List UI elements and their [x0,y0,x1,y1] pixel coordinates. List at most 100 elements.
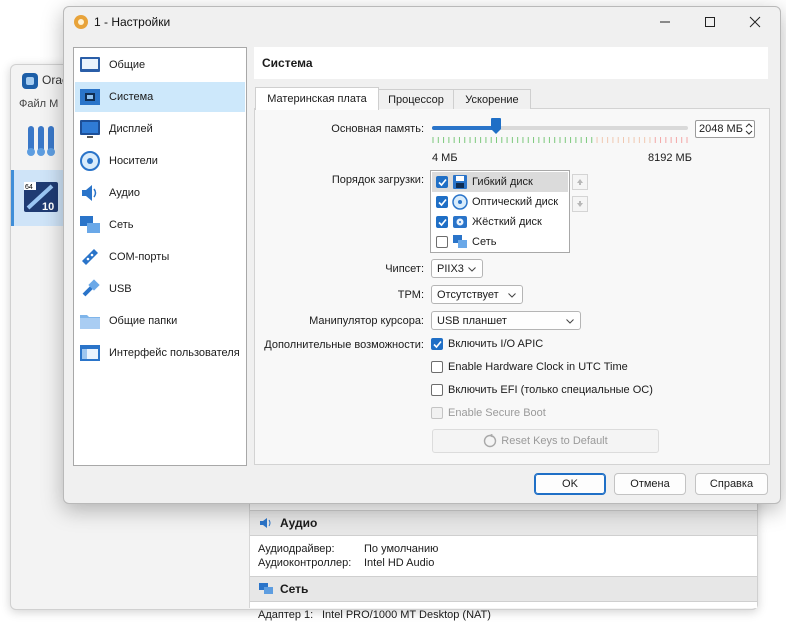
chipset-label: Чипсет: [385,263,424,275]
boot-item-label: Гибкий диск [472,176,533,188]
boot-item-label: Оптический диск [472,196,559,208]
maximize-icon [705,17,715,27]
general-icon [80,57,100,72]
nav-item-label: Дисплей [109,123,153,135]
efi-checkbox[interactable]: Включить EFI (только специальные ОС) [431,384,653,396]
floppy-icon [453,175,467,189]
nav-item-usb[interactable]: USB [75,274,245,304]
network-section-title: Сеть [280,582,309,596]
settings-gear-icon [74,15,88,29]
audio-icon [260,518,271,528]
display-icon [80,120,100,138]
boot-item-network[interactable]: Сеть [432,232,568,252]
motherboard-icon [80,89,100,105]
storage-icon [80,151,100,171]
network-icon [80,216,100,233]
nav-item-label: Аудио [109,187,141,199]
detail-row: Аудиодрайвер: По умолчанию [258,543,439,555]
nav-item-user-interface[interactable]: Интерфейс пользователя [75,338,245,368]
nav-item-label: Сеть [109,219,134,231]
tab-acceleration[interactable]: Ускорение [453,89,531,109]
nav-item-label: COM-порты [109,251,170,263]
cancel-button[interactable]: Отмена [614,473,686,495]
boot-checkbox-network[interactable] [436,236,448,248]
optical-disc-icon [452,194,468,210]
boot-checkbox-optical[interactable] [436,196,448,208]
pointer-select[interactable]: USB планшет [431,311,581,330]
memory-spinbox[interactable]: 2048 МБ [695,120,755,138]
checkbox-box[interactable] [431,361,443,373]
checkbox-box[interactable] [431,384,443,396]
vm-list-item[interactable]: 64 10 [11,170,66,226]
reset-keys-label: Reset Keys to Default [501,435,608,447]
nav-item-display[interactable]: Дисплей [75,114,245,144]
checkbox-label: Включить I/O APIC [448,338,544,350]
nav-item-label: USB [109,283,132,295]
memory-max-label: 8192 МБ [648,152,692,164]
reset-keys-button: Reset Keys to Default [432,429,659,453]
network-icon [453,235,467,248]
checkbox-label: Enable Hardware Clock in UTC Time [448,361,628,373]
manager-menubar[interactable]: Файл М [19,98,58,110]
tpm-label: TPM: [397,289,424,301]
nav-item-label: Система [109,91,154,103]
reset-icon [484,434,497,448]
checkbox-box[interactable] [431,338,443,350]
nav-item-label: Общие [109,59,146,71]
boot-item-label: Сеть [472,236,497,248]
nav-item-label: Интерфейс пользователя [109,347,240,359]
minimize-icon [660,21,670,23]
nav-item-serial-ports[interactable]: COM-порты [75,242,245,272]
boot-order-list: Гибкий диск Оптический диск Жёсткий диск… [430,170,570,253]
secure-boot-checkbox: Enable Secure Boot [431,407,546,419]
svg-text:10: 10 [42,201,54,213]
memory-min-label: 4 МБ [432,152,458,164]
nav-item-label: Общие папки [109,315,178,327]
tpm-value: Отсутствует [437,288,499,301]
hard-disk-icon [453,216,467,228]
nav-item-storage[interactable]: Носители [75,146,245,176]
network-section-header[interactable]: Сеть [250,576,757,602]
nav-item-general[interactable]: Общие [75,50,245,80]
nav-item-audio[interactable]: Аудио [75,178,245,208]
memory-label: Основная память: [331,123,424,135]
chipset-select[interactable]: PIIX3 [431,259,483,278]
pointer-value: USB планшет [437,314,507,327]
audio-icon [82,185,97,201]
nav-item-label: Носители [109,155,158,167]
audio-section-header[interactable]: Аудио [250,510,757,536]
help-button[interactable]: Справка [695,473,768,495]
shared-folder-icon [80,315,100,329]
memory-slider-thumb[interactable] [491,118,501,134]
spin-arrows-icon[interactable] [744,121,754,137]
boot-item-hard-disk[interactable]: Жёсткий диск [432,212,568,232]
close-button[interactable] [740,10,770,34]
extended-features-label: Дополнительные возможности: [264,339,424,351]
settings-nav: Общие Система Дисплей Носители Аудио Сет… [73,47,247,466]
boot-item-floppy[interactable]: Гибкий диск [432,172,568,192]
tab-processor[interactable]: Процессор [378,89,454,109]
nav-item-shared-folders[interactable]: Общие папки [75,306,245,336]
boot-item-optical[interactable]: Оптический диск [432,192,568,212]
boot-move-up-button[interactable] [572,174,588,190]
chevron-down-icon [508,292,516,298]
arrow-up-icon [577,179,583,185]
utc-clock-checkbox[interactable]: Enable Hardware Clock in UTC Time [431,361,628,373]
checkbox-box [431,407,443,419]
boot-move-down-button[interactable] [572,196,588,212]
boot-checkbox-hard-disk[interactable] [436,216,448,228]
pointer-label: Манипулятор курсора: [309,315,424,327]
nav-item-network[interactable]: Сеть [75,210,245,240]
ok-button[interactable]: OK [534,473,606,495]
tab-motherboard[interactable]: Материнская плата [255,87,379,110]
io-apic-checkbox[interactable]: Включить I/O APIC [431,338,543,350]
boot-checkbox-floppy[interactable] [436,176,448,188]
maximize-button[interactable] [695,10,725,34]
checkbox-label: Enable Secure Boot [448,407,546,419]
memory-slider-scale [432,137,688,143]
tpm-select[interactable]: Отсутствует [431,285,523,304]
audio-section-title: Аудио [280,516,318,530]
minimize-button[interactable] [650,10,680,34]
tools-icon[interactable] [26,122,62,158]
nav-item-system[interactable]: Система [75,82,245,112]
